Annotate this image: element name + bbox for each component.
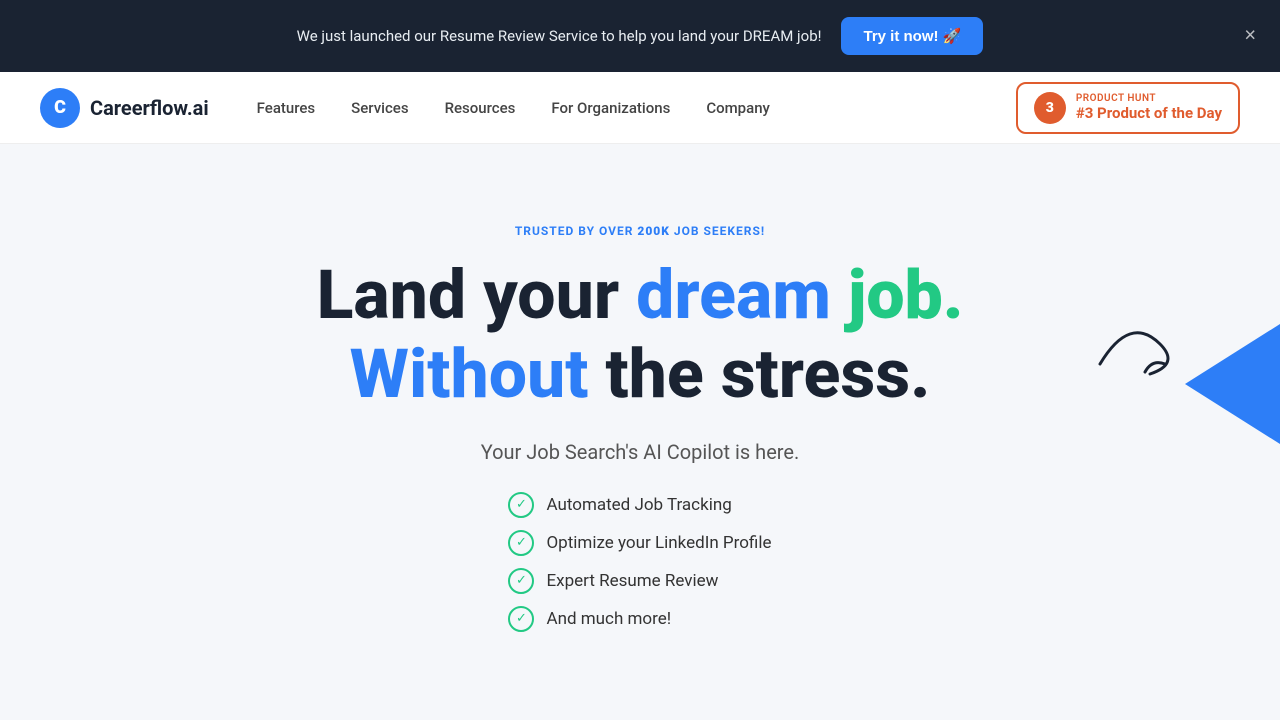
banner-close-button[interactable]: × [1244,25,1256,48]
feature-label-0: Automated Job Tracking [546,495,731,515]
hero-section: TRUSTED BY OVER 200K JOB SEEKERS! Land y… [0,144,1280,692]
nav-item-services[interactable]: Services [351,99,408,117]
feature-label-2: Expert Resume Review [546,571,718,591]
heading-stress: the stress. [589,334,931,414]
logo[interactable]: C Careerflow.ai [40,88,209,128]
heading-job: job. [831,255,963,335]
feature-item-0: ✓ Automated Job Tracking [508,492,731,518]
trusted-highlight: 200K [637,224,670,238]
check-icon-3: ✓ [508,606,534,632]
feature-item-2: ✓ Expert Resume Review [508,568,718,594]
feature-item-1: ✓ Optimize your LinkedIn Profile [508,530,771,556]
feature-label-1: Optimize your LinkedIn Profile [546,533,771,553]
nav-item-resources[interactable]: Resources [445,99,516,117]
deco-corner [1160,324,1280,444]
nav-links: Features Services Resources For Organiza… [257,99,1016,117]
check-icon-0: ✓ [508,492,534,518]
product-hunt-badge[interactable]: 3 PRODUCT HUNT #3 Product of the Day [1016,82,1240,134]
feature-item-3: ✓ And much more! [508,606,671,632]
swirl-icon [1090,304,1190,384]
feature-label-3: And much more! [546,609,671,629]
trusted-label: TRUSTED BY OVER 200K JOB SEEKERS! [40,224,1240,238]
hero-subtext: Your Job Search's AI Copilot is here. [40,440,1240,464]
nav-item-for-organizations[interactable]: For Organizations [551,99,670,117]
features-list: ✓ Automated Job Tracking ✓ Optimize your… [508,492,771,632]
ph-label: #3 Product of the Day [1076,104,1222,122]
heading-dream: dream [636,255,831,335]
banner-text: We just launched our Resume Review Servi… [297,27,822,45]
trusted-pre: TRUSTED BY OVER [515,224,638,238]
ph-pre-label: PRODUCT HUNT [1076,93,1222,104]
hero-heading-line1: Land your dream job. [40,258,1240,333]
navbar: C Careerflow.ai Features Services Resour… [0,72,1280,144]
banner-cta-button[interactable]: Try it now! 🚀 [841,17,983,55]
logo-text: Careerflow.ai [90,96,209,120]
check-icon-2: ✓ [508,568,534,594]
nav-item-company[interactable]: Company [706,99,770,117]
hero-heading-line2: Without the stress. [40,337,1240,412]
ph-badge-text: PRODUCT HUNT #3 Product of the Day [1076,93,1222,122]
triangle-decoration [1185,324,1280,444]
heading-pre: Land your [317,255,637,335]
heading-without: Without [350,334,589,414]
logo-icon: C [40,88,80,128]
trusted-post: JOB SEEKERS! [670,224,765,238]
top-banner: We just launched our Resume Review Servi… [0,0,1280,72]
check-icon-1: ✓ [508,530,534,556]
nav-item-features[interactable]: Features [257,99,315,117]
ph-medal-icon: 3 [1034,92,1066,124]
